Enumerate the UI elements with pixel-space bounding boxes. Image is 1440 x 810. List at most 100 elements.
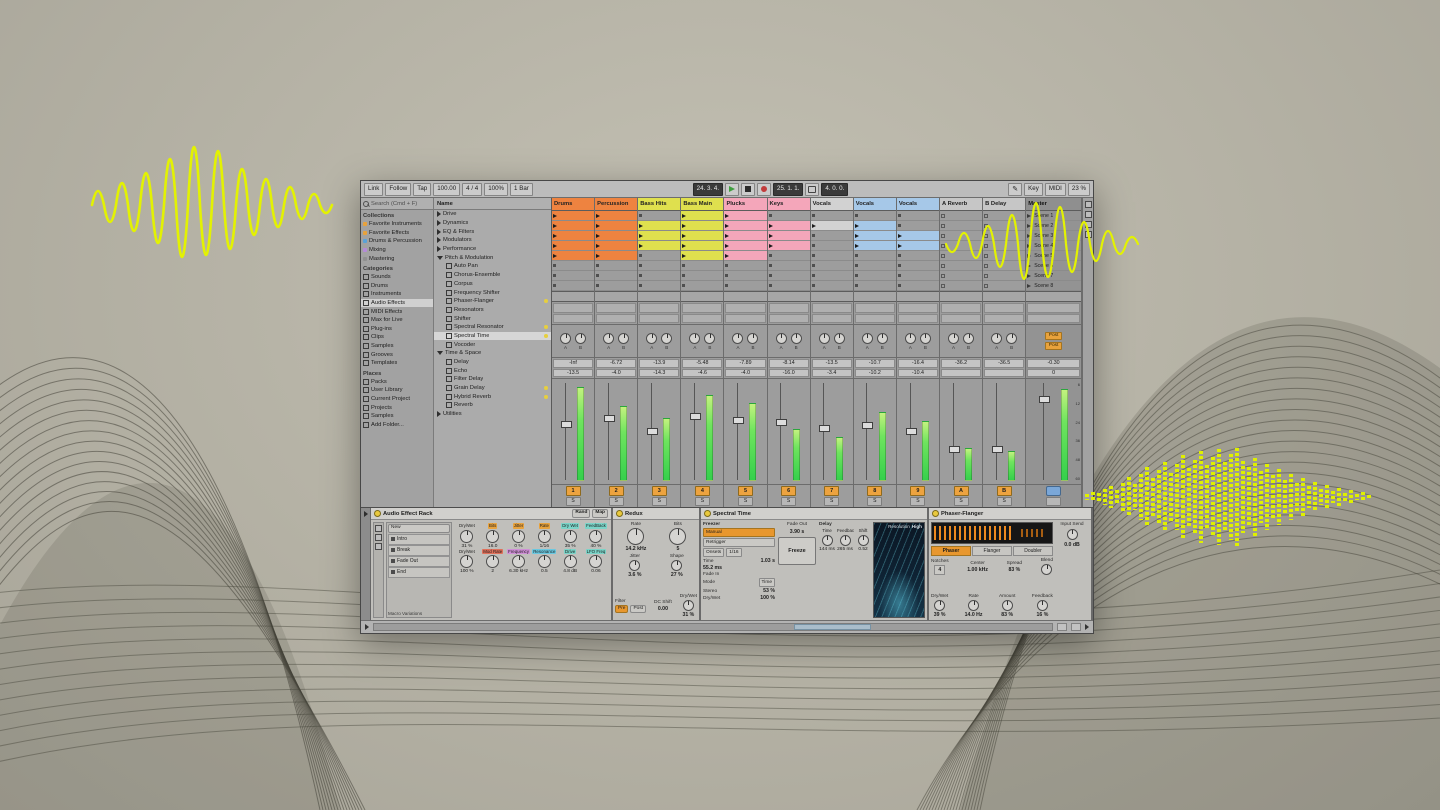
send-knob-a[interactable]	[905, 333, 916, 344]
clip[interactable]	[724, 251, 766, 261]
returns-show-toggle[interactable]	[1085, 221, 1092, 228]
empty-clip-slot[interactable]	[940, 281, 982, 291]
send-post-toggle[interactable]: Post	[1045, 342, 1063, 350]
pan-value[interactable]	[941, 369, 981, 378]
rack-rand-button[interactable]: Rand	[572, 509, 590, 518]
track-activator-button[interactable]: 6	[781, 486, 796, 496]
track-activator-button[interactable]: 8	[867, 486, 882, 496]
clip[interactable]	[552, 211, 594, 221]
scene-slot-scene-5[interactable]: Scene 5	[1026, 251, 1081, 261]
pan-value[interactable]: -4.6	[682, 369, 722, 378]
sidebar-item-sounds[interactable]: Sounds	[361, 273, 433, 282]
send-knob-b[interactable]	[920, 333, 931, 344]
amount-knob[interactable]	[1002, 600, 1013, 611]
chain-fade-out[interactable]: Fade Out	[388, 556, 450, 567]
empty-clip-slot[interactable]	[768, 211, 810, 221]
tree-item-modulators[interactable]: Modulators	[434, 236, 551, 245]
clip[interactable]	[552, 241, 594, 251]
tree-item-pitch-modulation[interactable]: Pitch & Modulation	[434, 253, 551, 262]
volume-value[interactable]: -13.9	[639, 359, 679, 368]
volume-value[interactable]: -0.30	[1027, 359, 1080, 368]
macro-knob[interactable]	[564, 555, 577, 568]
drywet-value[interactable]: 39 %	[934, 612, 946, 618]
sixteenth-field[interactable]: 1/16	[726, 548, 741, 557]
macro-knob[interactable]	[486, 555, 499, 568]
drywet-value[interactable]: 100 %	[760, 595, 775, 601]
scene-slot-scene-2[interactable]: Scene 2	[1026, 221, 1081, 231]
track-header-vocals[interactable]: Vocals	[897, 198, 939, 211]
pan-value[interactable]: -13.5	[553, 369, 593, 378]
solo-button[interactable]: S	[566, 497, 581, 507]
stop-all-clips-button[interactable]	[854, 291, 896, 302]
device-power-icon[interactable]	[374, 510, 381, 517]
chain-end[interactable]: End	[388, 567, 450, 578]
rate-knob[interactable]	[627, 528, 644, 545]
tree-item-frequency-shifter[interactable]: Frequency Shifter	[434, 288, 551, 297]
track-header-plucks[interactable]: Plucks	[724, 198, 766, 211]
empty-clip-slot[interactable]	[897, 271, 939, 281]
clip[interactable]	[595, 231, 637, 241]
io-routing-box[interactable]	[984, 303, 1024, 313]
scrollbar-thumb[interactable]	[794, 624, 871, 630]
clip[interactable]	[724, 211, 766, 221]
device-power-icon[interactable]	[932, 510, 939, 517]
empty-clip-slot[interactable]	[768, 261, 810, 271]
sidebar-item-instruments[interactable]: Instruments	[361, 290, 433, 299]
fader-handle[interactable]	[819, 425, 830, 432]
sidebar-item-grooves[interactable]: Grooves	[361, 350, 433, 359]
sidebar-item-favorite-instruments[interactable]: Favorite Instruments	[361, 220, 433, 229]
empty-clip-slot[interactable]	[897, 261, 939, 271]
drywet-knob[interactable]	[934, 600, 945, 611]
send-knob-b[interactable]	[704, 333, 715, 344]
empty-clip-slot[interactable]	[811, 271, 853, 281]
ms-value[interactable]: 55.2 ms	[703, 565, 775, 571]
tree-item-phaser-flanger[interactable]: Phaser-Flanger	[434, 297, 551, 306]
volume-value[interactable]: -36.5	[984, 359, 1024, 368]
fader-handle[interactable]	[906, 428, 917, 435]
track-activator-button[interactable]: A	[954, 486, 969, 496]
loop-start-field[interactable]: 25. 1. 1.	[773, 183, 803, 196]
empty-clip-slot[interactable]	[983, 261, 1025, 271]
solo-button[interactable]: S	[824, 497, 839, 507]
track-activator-button[interactable]: 2	[609, 486, 624, 496]
send-post-toggle[interactable]: Post	[1045, 332, 1063, 340]
sidebar-item-templates[interactable]: Templates	[361, 359, 433, 368]
sidebar-item-favorite-effects[interactable]: Favorite Effects	[361, 229, 433, 238]
bits-value[interactable]: 5	[676, 546, 679, 552]
empty-clip-slot[interactable]	[638, 261, 680, 271]
stop-all-clips-button[interactable]	[638, 291, 680, 302]
scene-slot-scene-1[interactable]: Scene 1	[1026, 211, 1081, 221]
clip[interactable]	[768, 221, 810, 231]
tree-item-utilities[interactable]: Utilities	[434, 410, 551, 419]
solo-button[interactable]	[1046, 497, 1061, 507]
empty-clip-slot[interactable]	[768, 271, 810, 281]
send-knob-a[interactable]	[776, 333, 787, 344]
stereo-value[interactable]: 53 %	[763, 588, 775, 594]
send-knob-a[interactable]	[732, 333, 743, 344]
volume-value[interactable]: -7.89	[725, 359, 765, 368]
sidebar-item-samples[interactable]: Samples	[361, 342, 433, 351]
io-routing-box[interactable]	[855, 303, 895, 313]
stop-all-clips-button[interactable]	[681, 291, 723, 302]
fader-handle[interactable]	[1039, 396, 1050, 403]
macro-knob[interactable]	[538, 530, 551, 543]
empty-clip-slot[interactable]	[595, 261, 637, 271]
clip[interactable]	[638, 241, 680, 251]
empty-clip-slot[interactable]	[724, 271, 766, 281]
sidebar-item-current-project[interactable]: Current Project	[361, 395, 433, 404]
clip[interactable]	[724, 231, 766, 241]
sidebar-item-drums-percussion[interactable]: Drums & Percussion	[361, 237, 433, 246]
track-header-bass-main[interactable]: Bass Main	[681, 198, 723, 211]
clip[interactable]	[638, 221, 680, 231]
empty-clip-slot[interactable]	[940, 251, 982, 261]
send-knob-a[interactable]	[948, 333, 959, 344]
jitter-value[interactable]: 3.6 %	[628, 572, 641, 578]
filter-post-button[interactable]: Post	[630, 605, 646, 614]
pan-value[interactable]: -10.2	[855, 369, 895, 378]
track-header-keys[interactable]: Keys	[768, 198, 810, 211]
device-power-icon[interactable]	[704, 510, 711, 517]
clip[interactable]	[595, 251, 637, 261]
monitor-box[interactable]	[984, 314, 1024, 324]
empty-clip-slot[interactable]	[811, 251, 853, 261]
track-activator-button[interactable]: 7	[824, 486, 839, 496]
